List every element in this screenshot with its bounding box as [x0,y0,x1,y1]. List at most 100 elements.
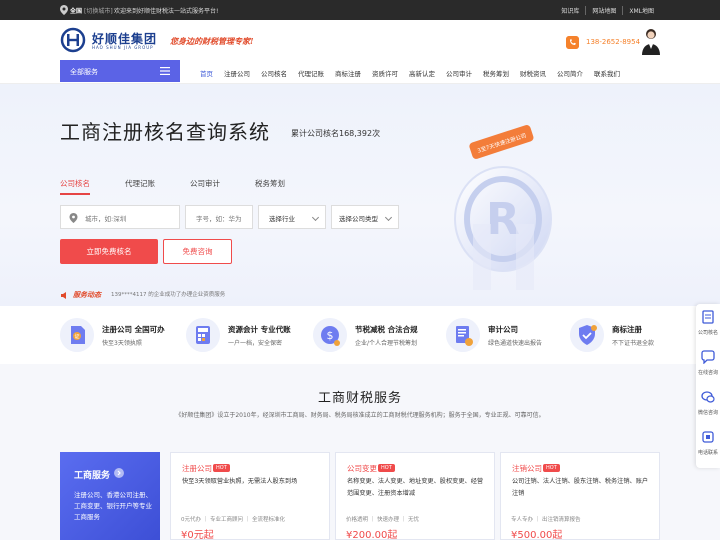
hot-badge: HOT [378,464,395,472]
card-tags: 0元代办 ｜ 专业工商顾问 ｜ 全流程标准化 [181,517,285,523]
nav-tax-planning[interactable]: 税务筹划 [483,68,509,78]
nav-register-company[interactable]: 注册公司 [224,68,250,78]
section-description: 《好顺佳集团》设立于2010年，经深圳市工商局、财务局、税务局核准成立的工商财税… [175,412,545,419]
card-tags: 价格透明 ｜ 快速办理 ｜ 无忧 [346,517,419,523]
side-phone[interactable]: 电话联系 [696,424,720,464]
sitemap-link[interactable]: 网站地图 [585,6,622,15]
feature-subtitle: 不下证书退全款 [612,340,655,347]
logo-icon[interactable] [60,27,86,53]
tab-name-check[interactable]: 公司核名 [60,178,90,195]
card-price: ¥0元起 [181,530,214,540]
nav-contact[interactable]: 联系我们 [594,68,620,78]
industry-select[interactable]: 选择行业 [258,205,326,229]
tab-audit[interactable]: 公司审计 [190,178,220,195]
feature-title: 商标注册 [612,325,642,334]
nav-hightech[interactable]: 高新认定 [409,68,435,78]
card-description: 快至3天领取营业执照，无需法人股东到场 [182,478,298,485]
speaker-icon [61,292,66,299]
nav-license[interactable]: 资质许可 [372,68,398,78]
side-label: 微信咨询 [697,410,718,416]
location-pin-icon [69,213,78,223]
svg-text:证: 证 [74,333,79,340]
registered-trademark-icon: R 3至7天快速注册公司 [454,125,552,290]
side-wechat[interactable]: 微信咨询 [696,384,720,424]
side-label: 在线咨询 [697,370,718,376]
floating-sidebar: 公司核名 在线咨询 微信咨询 电话联系 [696,304,720,468]
industry-select-value: 选择行业 [269,215,295,223]
name-check-count: 累计公司核名168,392次 [291,129,381,138]
city-placeholder: 城市，如:深圳 [85,215,127,223]
chevron-down-icon [311,213,320,222]
service-updates-ticker: 139****4117 的企业成功了办理企业资质服务 [111,292,226,298]
side-label: 公司核名 [697,330,718,336]
chat-icon [701,350,715,364]
free-consult-button[interactable]: 免费咨询 [163,239,232,264]
brand-name-input[interactable]: 字号，如：华为 [185,205,253,229]
service-updates-label: 服务动态 [73,291,101,299]
arrow-right-icon [114,468,124,478]
card-tags: 专人专办 ｜ 出注销清算报告 [511,517,581,523]
current-city: 全国 [70,8,83,15]
nav-audit[interactable]: 公司审计 [446,68,472,78]
city-input[interactable]: 城市，如:深圳 [60,205,180,229]
tab-tax-planning[interactable]: 税务筹划 [255,178,285,195]
feature-subtitle: 一户一档，安全保密 [228,340,283,347]
nav-about[interactable]: 公司简介 [557,68,583,78]
business-category-card[interactable]: 工商服务 注册公司、香港公司注册、工商变更、银行开户等专业工商服务 [60,452,160,540]
card-title: 注销公司 [512,464,542,473]
welcome-text: 欢迎来到好顺佳财税法一站式服务平台! [114,8,219,15]
feature-title: 审计公司 [488,325,518,334]
feature-subtitle: 绿色通道快速出报告 [488,340,543,347]
card-title: 注册公司 [182,464,212,473]
nav-trademark[interactable]: 商标注册 [335,68,361,78]
card-title: 公司变更 [347,464,377,473]
nav-news[interactable]: 财税资讯 [520,68,546,78]
nav-bookkeeping[interactable]: 代理记账 [298,68,324,78]
side-online-chat[interactable]: 在线咨询 [696,344,720,384]
card-description: 公司注销、法人注销、股东注销、税务注销、账户注销 [512,478,649,497]
calculator-icon [186,318,220,352]
side-name-check[interactable]: 公司核名 [696,304,720,344]
free-name-check-button[interactable]: 立即免费核名 [60,239,158,264]
card-description: 名称变更、法人变更、地址变更、股权变更、经营范围变更、注册资本增减 [347,478,484,497]
knowledge-link[interactable]: 知识库 [555,6,585,15]
all-services-label: 全部服务 [70,68,98,76]
nav-home[interactable]: 首页 [200,68,213,78]
feature-title: 资源会计 专业代账 [228,325,291,334]
location-pin-icon [60,5,68,15]
menu-icon [160,67,170,75]
phone-icon [566,36,579,49]
slogan: 您身边的财税管理专家! [170,36,254,46]
service-tabs: 公司核名 代理记账 公司审计 税务筹划 [60,178,320,195]
chevron-down-icon [384,213,393,222]
category-title: 工商服务 [74,471,111,481]
hot-badge: HOT [213,464,230,472]
report-icon [446,318,480,352]
phone-icon [702,431,714,443]
brand-placeholder: 字号，如：华为 [196,215,242,223]
all-services-button[interactable]: 全部服务 [60,60,180,82]
tab-bookkeeping[interactable]: 代理记账 [125,178,155,195]
hotline-number[interactable]: 138-2652-8954 [586,38,640,46]
wechat-icon [701,391,715,403]
card-price: ¥500.00起 [511,530,563,540]
feature-title: 注册公司 全国可办 [102,325,165,334]
hot-badge: HOT [543,464,560,472]
nav-name-check[interactable]: 公司核名 [261,68,287,78]
document-icon [702,310,714,324]
shield-icon [570,318,604,352]
svg-text:$: $ [327,329,334,342]
feature-title: 节税减税 合法合规 [355,325,418,334]
xml-map-link[interactable]: XML地图 [622,6,660,15]
logo-english: HAO SHUN JIA GROUP [92,45,154,50]
customer-service-avatar [642,29,660,55]
side-label: 电话联系 [697,450,718,456]
section-title: 工商财税服务 [317,391,402,406]
dollar-icon: $ [313,318,347,352]
feature-strip [0,306,720,364]
company-type-value: 选择公司类型 [339,215,378,223]
company-type-select[interactable]: 选择公司类型 [331,205,399,229]
top-links: 知识库 网站地图 XML地图 [555,6,660,15]
category-description: 注册公司、香港公司注册、工商变更、银行开户等专业工商服务 [74,491,152,521]
switch-city-link[interactable]: [切换城市] [84,6,113,15]
